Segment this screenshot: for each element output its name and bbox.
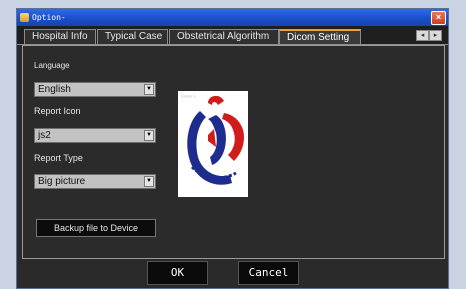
settings-panel: Language English ▼ Report Icon js2 ▼ Rep… (22, 45, 445, 259)
option-dialog: Option- × Hospital Info Typical Case Obs… (16, 8, 449, 289)
window-title: Option- (32, 13, 66, 22)
tab-scroll-left-icon[interactable]: ◂ (416, 30, 429, 41)
cancel-button[interactable]: Cancel (238, 261, 299, 285)
dropdown-arrow-icon[interactable]: ▼ (144, 176, 154, 187)
report-icon-preview: ????? ? (178, 91, 248, 197)
language-label: Language (34, 61, 70, 70)
report-icon-label: Report Icon (34, 106, 81, 116)
tab-hospital-info[interactable]: Hospital Info (24, 29, 96, 44)
tab-scroll-buttons: ◂ ▸ (416, 30, 442, 41)
language-value: English (38, 84, 71, 95)
report-logo-image: ????? ? (181, 94, 244, 185)
report-icon-value: js2 (38, 130, 51, 141)
tab-scroll-right-icon[interactable]: ▸ (429, 30, 442, 41)
tab-dicom-setting[interactable]: Dicom Setting (279, 29, 361, 44)
title-bar[interactable]: Option- × (17, 9, 448, 26)
app-icon (20, 13, 29, 22)
report-type-value: Big picture (38, 176, 86, 187)
dropdown-arrow-icon[interactable]: ▼ (144, 130, 154, 141)
ok-button[interactable]: OK (147, 261, 208, 285)
close-button[interactable]: × (431, 11, 446, 25)
tab-typical-case[interactable]: Typical Case (97, 29, 168, 44)
report-icon-select[interactable]: js2 ▼ (34, 128, 156, 143)
logo-caption: ????? ? (181, 94, 196, 99)
language-select[interactable]: English ▼ (34, 82, 156, 97)
tab-obstetrical-algorithm[interactable]: Obstetrical Algorithm (169, 29, 279, 44)
dropdown-arrow-icon[interactable]: ▼ (144, 84, 154, 95)
report-type-select[interactable]: Big picture ▼ (34, 174, 156, 189)
tab-strip: Hospital Info Typical Case Obstetrical A… (17, 26, 448, 45)
backup-file-button[interactable]: Backup file to Device (36, 219, 156, 237)
report-type-label: Report Type (34, 153, 83, 163)
